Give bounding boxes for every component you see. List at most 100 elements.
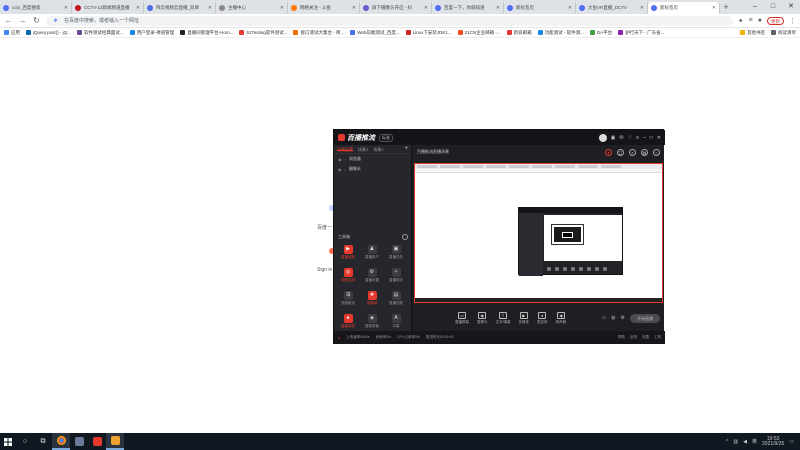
- app-close-icon[interactable]: ✕: [657, 135, 661, 141]
- volume-icon[interactable]: ◍: [611, 315, 615, 321]
- tab-close-icon[interactable]: ✕: [64, 5, 68, 11]
- user-avatar[interactable]: [598, 133, 607, 142]
- back-icon[interactable]: ←: [4, 16, 13, 25]
- ime-icon[interactable]: 英: [752, 438, 757, 445]
- address-bar[interactable]: ❖ 在百度中搜索，或者输入一个网址: [46, 15, 733, 26]
- close-icon[interactable]: ✕: [782, 0, 800, 14]
- app-maximize-icon[interactable]: □: [650, 135, 653, 141]
- status-link[interactable]: 设置: [642, 335, 649, 340]
- toolbox-tool[interactable]: ▣ 直播任务: [384, 245, 408, 265]
- tray-up-icon[interactable]: ^: [726, 439, 728, 445]
- control-button[interactable]: ● 麦克风: [537, 311, 547, 325]
- task-view-icon[interactable]: ⧉: [34, 433, 52, 450]
- browser-tab[interactable]: cctv_百度搜索 ✕: [0, 2, 72, 14]
- toolbox-tool[interactable]: ◎ 视频监测: [336, 268, 360, 288]
- bookmark-item[interactable]: 应用: [4, 30, 20, 36]
- source-item[interactable]: ◉ ▫ 摄像头: [334, 164, 411, 174]
- share-icon[interactable]: <: [653, 149, 660, 156]
- minimize-icon[interactable]: –: [746, 0, 764, 14]
- control-button[interactable]: ◉ 摄像头: [477, 311, 488, 325]
- profile-icon[interactable]: ●: [758, 17, 762, 24]
- status-link[interactable]: 工具: [654, 335, 661, 340]
- taskbar-chrome[interactable]: [52, 433, 70, 450]
- browser-tab[interactable]: CCTV-13新闻频道直播 ✕: [72, 2, 144, 14]
- forward-icon[interactable]: →: [18, 16, 27, 25]
- speaker-icon[interactable]: ◀: [743, 439, 747, 445]
- menu-icon[interactable]: ⋮: [789, 17, 796, 25]
- scene-tab[interactable]: 场景1: [358, 147, 368, 152]
- browser-tab[interactable]: 新标签页 ✕: [504, 2, 576, 14]
- skin-icon[interactable]: ▣: [611, 135, 616, 141]
- toolbox-tool[interactable]: ♟ 直播用户: [360, 245, 384, 265]
- tab-close-icon[interactable]: ✕: [640, 5, 644, 11]
- windows-start-icon[interactable]: [0, 437, 16, 446]
- browser-tab[interactable]: 网络关注 - 斗鱼 ✕: [288, 2, 360, 14]
- bookmark-item[interactable]: 51Testing软件测试...: [239, 30, 287, 36]
- toolbox-tool[interactable]: ❖ 直播间: [360, 291, 384, 311]
- bookmark-item[interactable]: 软件测试经典面试...: [76, 30, 124, 36]
- reading-list-icon[interactable]: ≡: [749, 17, 753, 24]
- add-scene-icon[interactable]: +: [404, 146, 408, 152]
- bookmark-item[interactable]: jQuery.post() - jQ...: [26, 30, 71, 35]
- browser-tab[interactable]: 新标签页 ✕: [648, 2, 720, 14]
- tab-close-icon[interactable]: ✕: [424, 5, 428, 11]
- bookmark-item[interactable]: 接口测试大集合 - 简...: [293, 30, 344, 36]
- tab-close-icon[interactable]: ✕: [352, 5, 356, 11]
- app-menu-icon[interactable]: ≡: [636, 135, 639, 141]
- control-button[interactable]: ◀ 扬声器: [555, 311, 566, 325]
- browser-tab[interactable]: 屏下摄像头开启 - 抖 ✕: [360, 2, 432, 14]
- bookmark-item[interactable]: 新浪邮箱: [506, 30, 532, 36]
- control-button[interactable]: T 文字/弹幕: [496, 311, 510, 325]
- layout-icon[interactable]: ▤: [641, 149, 648, 156]
- preview-stage[interactable]: [414, 163, 663, 303]
- toolbox-tool[interactable]: ▤ 直播回放: [384, 291, 408, 311]
- bookmark-item[interactable]: DA平台: [589, 30, 612, 36]
- reload-icon[interactable]: ↻: [32, 16, 41, 25]
- tab-close-icon[interactable]: ✕: [280, 5, 284, 11]
- message-icon[interactable]: ✉: [619, 135, 623, 141]
- extensions-icon[interactable]: ✦: [738, 17, 744, 25]
- gear-icon[interactable]: ⚙: [621, 315, 625, 321]
- edition-badge[interactable]: 标准: [379, 133, 393, 142]
- visibility-icon[interactable]: ◉: [338, 167, 342, 172]
- app-minimize-icon[interactable]: –: [643, 135, 646, 141]
- mirror-icon[interactable]: ◐: [629, 149, 636, 156]
- record-icon[interactable]: ●: [605, 149, 612, 156]
- browser-tab[interactable]: 阵云视频云直播_双目 ✕: [144, 2, 216, 14]
- pip-icon[interactable]: ▭: [601, 315, 606, 321]
- page-signin-fragment[interactable]: Sign in: [317, 267, 332, 273]
- tab-close-icon[interactable]: ✕: [712, 5, 716, 11]
- search-icon[interactable]: ○: [16, 433, 34, 450]
- visibility-icon[interactable]: ◉: [338, 157, 342, 162]
- tab-close-icon[interactable]: ✕: [208, 5, 212, 11]
- bookmark-item[interactable]: 用户登录-禅道管理: [129, 30, 174, 36]
- browser-tab[interactable]: 主播中心 ✕: [216, 2, 288, 14]
- toolbox-tool[interactable]: ▶ 直播回放: [336, 245, 360, 265]
- taskbar-app-2[interactable]: [70, 433, 88, 450]
- bookmark-item[interactable]: 直播间管理平台-Hom...: [180, 30, 233, 36]
- taskbar-app-3[interactable]: [88, 433, 106, 450]
- start-live-button[interactable]: 开始直播: [630, 313, 660, 323]
- settings-icon[interactable]: ♡: [628, 135, 632, 141]
- status-link[interactable]: 反馈: [630, 335, 637, 340]
- bookmark-item[interactable]: Web前端测试_百度...: [350, 30, 400, 36]
- control-button[interactable]: ▶ 多媒体: [518, 311, 529, 325]
- scene-tab[interactable]: 场景配置: [337, 147, 353, 152]
- tab-close-icon[interactable]: ✕: [568, 5, 572, 11]
- toolbox-tool[interactable]: ⇶ 多路推流: [336, 291, 360, 311]
- browser-tab[interactable]: 大鱼VR直播_DCTV ✕: [576, 2, 648, 14]
- toolbox-tool[interactable]: ⚙ 直播设置: [360, 268, 384, 288]
- screenshot-icon[interactable]: ▢: [617, 149, 624, 156]
- tab-close-icon[interactable]: ✕: [496, 5, 500, 11]
- bookmark-reading-list[interactable]: 阅读清单: [771, 30, 796, 36]
- bookmark-other[interactable]: 其他书签: [740, 30, 765, 36]
- browser-tab[interactable]: 百度一下，你就知道 ✕: [432, 2, 504, 14]
- toolbox-settings-icon[interactable]: [402, 234, 408, 240]
- maximize-icon[interactable]: □: [764, 0, 782, 14]
- toolbox-tool[interactable]: ✧ 直播助手: [384, 268, 408, 288]
- status-link[interactable]: 帮助: [618, 335, 625, 340]
- bookmark-item[interactable]: Linux下安装JDK1...: [405, 30, 452, 36]
- notification-icon[interactable]: ▭: [789, 439, 794, 445]
- network-icon[interactable]: ▥: [733, 439, 738, 445]
- source-item[interactable]: ◉ ▫ 浏览器: [334, 154, 411, 164]
